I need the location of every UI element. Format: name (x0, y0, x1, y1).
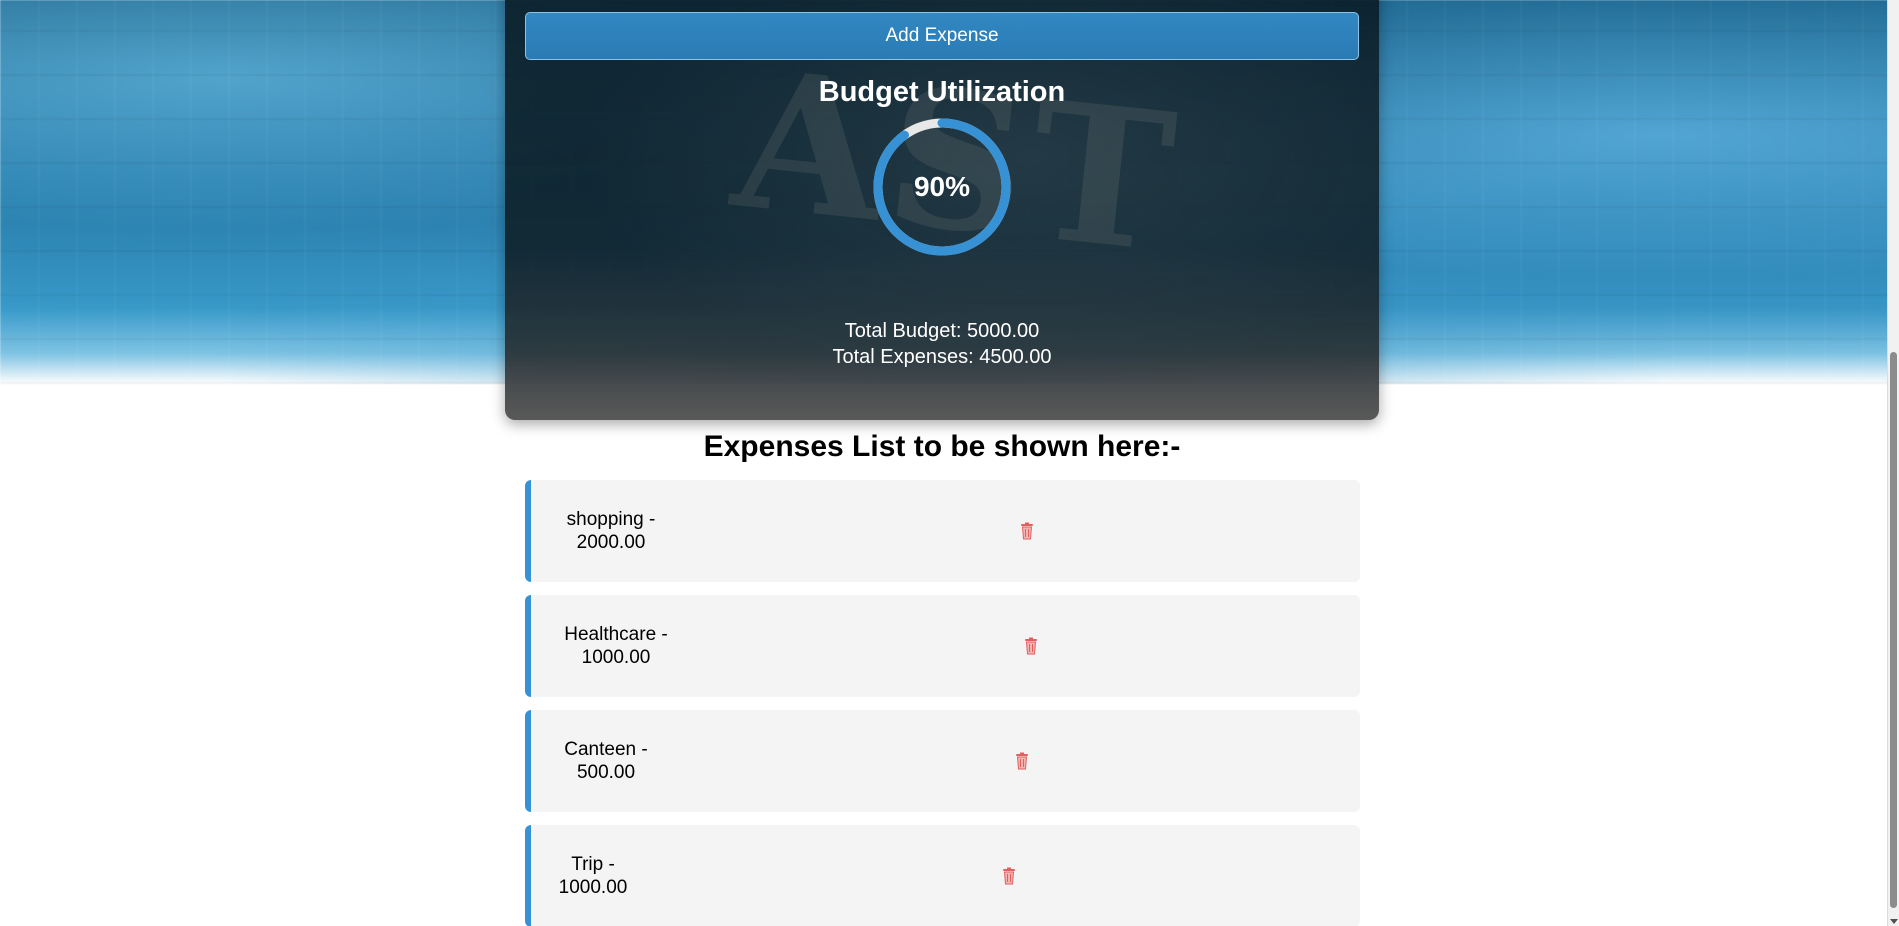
delete-expense-button[interactable] (1014, 752, 1030, 770)
expense-amount: 1000.00 (558, 877, 628, 898)
expense-amount: 2000.00 (576, 532, 646, 553)
page-viewport: AST Add Expense Budget Utilization 90% T… (0, 0, 1899, 926)
delete-expense-button[interactable] (1001, 867, 1017, 885)
budget-panel: AST Add Expense Budget Utilization 90% T… (505, 0, 1379, 420)
expense-text: shopping - 2000.00 (566, 508, 656, 554)
delete-expense-button[interactable] (1023, 637, 1039, 655)
trash-icon (1025, 637, 1037, 655)
expense-name: Healthcare - (564, 624, 668, 645)
expense-name: Canteen - (564, 739, 648, 760)
total-budget: Total Budget: 5000.00 (844, 320, 1040, 342)
expense-text: Healthcare - 1000.00 (556, 623, 676, 669)
expense-item: Healthcare - 1000.00 (525, 595, 1360, 697)
budget-utilization-title: Budget Utilization (818, 76, 1066, 108)
trash-icon (1016, 752, 1028, 770)
expense-list: shopping - 2000.00 Healthcare - 1000.00 … (525, 480, 1360, 926)
total-expenses: Total Expenses: 4500.00 (832, 346, 1052, 368)
delete-expense-button[interactable] (1019, 522, 1035, 540)
expense-amount: 500.00 (576, 762, 636, 783)
expense-item: Canteen - 500.00 (525, 710, 1360, 812)
expense-item: Trip - 1000.00 (525, 825, 1360, 926)
totals-block: Total Budget: 5000.00 Total Expenses: 45… (505, 318, 1379, 370)
utilization-percent: 90% (913, 171, 971, 202)
trash-icon (1021, 522, 1033, 540)
add-expense-button[interactable]: Add Expense (525, 12, 1359, 60)
expense-name: shopping - (566, 509, 656, 530)
expense-text: Canteen - 500.00 (556, 738, 656, 784)
expense-name: Trip - (571, 854, 615, 875)
expenses-list-title: Expenses List to be shown here:- (703, 430, 1181, 463)
expense-item: shopping - 2000.00 (525, 480, 1360, 582)
page-scrollbar[interactable] (1887, 0, 1899, 926)
scroll-down-arrow-icon[interactable] (1890, 919, 1898, 924)
expense-amount: 1000.00 (581, 647, 651, 668)
trash-icon (1003, 867, 1015, 885)
expense-text: Trip - 1000.00 (553, 853, 633, 899)
scrollbar-thumb[interactable] (1890, 352, 1897, 908)
